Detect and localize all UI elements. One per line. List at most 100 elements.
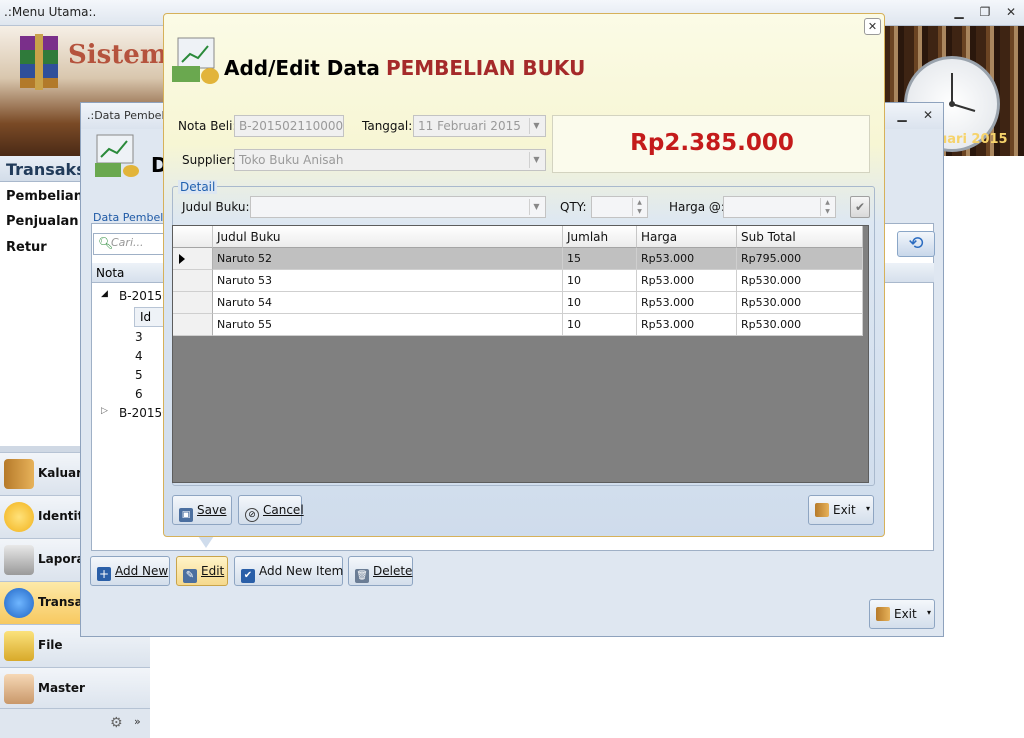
cell-subtotal[interactable]: Rp795.000: [737, 248, 863, 270]
row-header[interactable]: [173, 248, 213, 270]
floppy-disk-icon: ▣: [179, 508, 193, 522]
table-row[interactable]: Naruto 54 10 Rp53.000 Rp530.000: [173, 292, 863, 314]
exit-door-icon: [876, 607, 890, 621]
column-header-judul[interactable]: Judul Buku: [213, 226, 563, 248]
cancel-icon: ⊘: [245, 508, 259, 522]
row-header-corner: [173, 226, 213, 248]
left-link-penjualan[interactable]: Penjualan: [6, 214, 79, 229]
cell-harga[interactable]: Rp53.000: [637, 314, 737, 336]
table-row[interactable]: Naruto 53 10 Rp53.000 Rp530.000: [173, 270, 863, 292]
dialog-exit-button[interactable]: Exit ▾: [808, 495, 874, 525]
cell-judul[interactable]: Naruto 55: [213, 314, 563, 336]
tree-id-item[interactable]: 3: [135, 330, 143, 344]
edit-button[interactable]: ✎ Edit: [176, 556, 228, 586]
dialog-pointer: [198, 536, 214, 548]
add-new-button[interactable]: + Add New: [90, 556, 170, 586]
table-row[interactable]: Naruto 55 10 Rp53.000 Rp530.000: [173, 314, 863, 336]
save-button[interactable]: ▣ Save: [172, 495, 232, 525]
close-button[interactable]: ✕: [919, 107, 937, 123]
chevron-down-icon[interactable]: ▼: [529, 152, 543, 168]
cancel-button[interactable]: ⊘ Cancel: [238, 495, 304, 525]
column-header-harga[interactable]: Harga: [637, 226, 737, 248]
plus-icon: +: [97, 567, 111, 581]
cell-harga[interactable]: Rp53.000: [637, 270, 737, 292]
check-icon: ✔: [241, 569, 255, 583]
cell-judul[interactable]: Naruto 54: [213, 292, 563, 314]
dropdown-arrow-icon: ▾: [926, 608, 931, 617]
total-box: Rp2.385.000: [552, 115, 870, 173]
tanggal-date-picker[interactable]: 11 Februari 2015 ▼: [413, 115, 546, 137]
dialog-close-button[interactable]: ✕: [864, 18, 881, 35]
exit-door-icon: [4, 459, 34, 489]
delete-button[interactable]: 🗑︎ Delete: [348, 556, 413, 586]
tanggal-label: Tanggal:: [362, 119, 413, 133]
row-header[interactable]: [173, 270, 213, 292]
row-header[interactable]: [173, 292, 213, 314]
pencil-icon: ✎: [183, 569, 197, 583]
cell-jumlah[interactable]: 10: [563, 314, 637, 336]
gear-icon[interactable]: ⚙: [110, 715, 123, 731]
tree-expand-icon[interactable]: ▷: [101, 406, 108, 416]
harga-stepper[interactable]: ▲ ▼: [723, 196, 836, 218]
cell-subtotal[interactable]: Rp530.000: [737, 270, 863, 292]
refresh-button[interactable]: ⟲: [897, 231, 935, 257]
check-icon: ✔: [854, 200, 866, 214]
cell-harga[interactable]: Rp53.000: [637, 292, 737, 314]
spin-arrows-icon[interactable]: ▲ ▼: [632, 198, 646, 216]
printer-icon: [4, 545, 34, 575]
cell-judul[interactable]: Naruto 53: [213, 270, 563, 292]
judul-buku-select[interactable]: ▼: [250, 196, 546, 218]
exit-button[interactable]: Exit ▾: [869, 599, 935, 629]
dropdown-arrow-icon: ▾: [865, 504, 870, 513]
smiley-icon: [4, 502, 34, 532]
chevron-down-icon[interactable]: ▼: [529, 118, 543, 134]
supplier-value: Toko Buku Anisah: [239, 153, 344, 167]
nav-master[interactable]: Master: [0, 667, 150, 710]
table-row[interactable]: Naruto 52 15 Rp53.000 Rp795.000: [173, 248, 863, 270]
close-button[interactable]: ✕: [1002, 4, 1020, 20]
nota-beli-label: Nota Beli:: [178, 119, 237, 133]
chevron-down-icon[interactable]: ▼: [529, 199, 543, 215]
nav-footer: ⚙ »: [0, 708, 150, 738]
cell-jumlah[interactable]: 10: [563, 270, 637, 292]
add-new-item-button[interactable]: ✔ Add New Item: [234, 556, 343, 586]
cell-subtotal[interactable]: Rp530.000: [737, 314, 863, 336]
detail-grid[interactable]: Judul Buku Jumlah Harga Sub Total Naruto…: [172, 225, 869, 483]
dialog-title-prefix: Add/Edit Data: [224, 56, 380, 80]
id-header-label: Id: [140, 310, 152, 324]
cell-subtotal[interactable]: Rp530.000: [737, 292, 863, 314]
nav-label: File: [38, 638, 63, 652]
nota-beli-field[interactable]: B-2015021100001: [234, 115, 344, 137]
cell-jumlah[interactable]: 15: [563, 248, 637, 270]
column-header-subtotal[interactable]: Sub Total: [737, 226, 863, 248]
harga-label: Harga @:: [669, 200, 725, 214]
chevron-right-icon[interactable]: »: [134, 715, 141, 728]
refresh-arrows-icon: [4, 588, 34, 618]
left-link-pembelian[interactable]: Pembelian: [6, 189, 83, 204]
data-pembelian-title: .:Data Pembeli: [87, 109, 168, 122]
confirm-item-button[interactable]: ✔: [850, 196, 870, 218]
tree-id-item[interactable]: 4: [135, 349, 143, 363]
tree-id-item[interactable]: 6: [135, 387, 143, 401]
cell-judul[interactable]: Naruto 52: [213, 248, 563, 270]
detail-legend: Detail: [178, 180, 218, 194]
cell-harga[interactable]: Rp53.000: [637, 248, 737, 270]
row-header[interactable]: [173, 314, 213, 336]
tree-id-item[interactable]: 5: [135, 368, 143, 382]
tree-collapse-icon[interactable]: ◢: [101, 289, 108, 299]
dialog-title: Add/Edit Data PEMBELIAN BUKU: [224, 56, 585, 80]
spin-arrows-icon[interactable]: ▲ ▼: [820, 198, 834, 216]
total-amount: Rp2.385.000: [630, 130, 794, 156]
qty-stepper[interactable]: ▲ ▼: [591, 196, 648, 218]
supplier-select[interactable]: Toko Buku Anisah ▼: [234, 149, 546, 171]
exit-door-icon: [815, 503, 829, 517]
folder-icon: [4, 631, 34, 661]
minimize-button[interactable]: ▁: [893, 107, 911, 123]
left-link-retur[interactable]: Retur: [6, 240, 47, 255]
refresh-icon: ⟲: [908, 233, 924, 254]
column-header-jumlah[interactable]: Jumlah: [563, 226, 637, 248]
minimize-button[interactable]: ▁: [950, 4, 968, 20]
restore-button[interactable]: ❐: [976, 4, 994, 20]
cell-jumlah[interactable]: 10: [563, 292, 637, 314]
chart-money-icon: [172, 37, 219, 84]
